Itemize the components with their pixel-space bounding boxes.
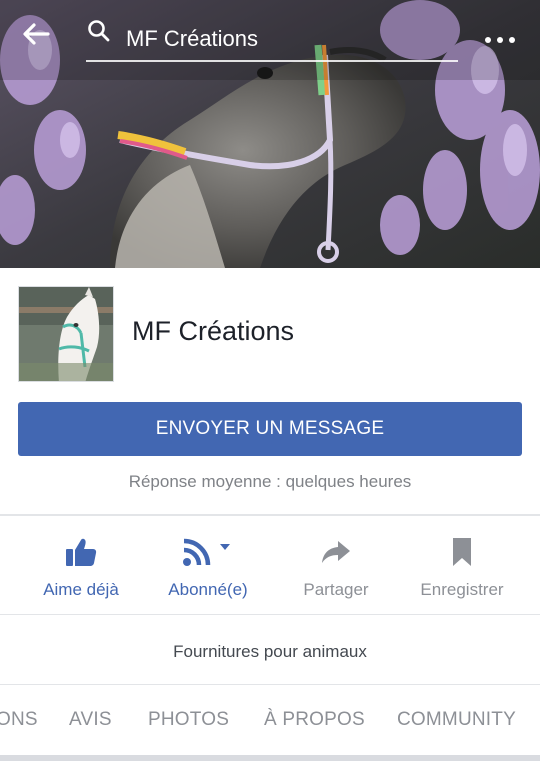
save-button[interactable]: Enregistrer [404,516,520,614]
bottom-strip [0,755,540,761]
follow-label: Abonné(e) [168,580,248,599]
divider [0,614,540,615]
page-title: MF Créations [132,316,295,346]
rss-icon [183,538,230,566]
more-dot-icon [509,37,515,43]
tab-about[interactable]: À PROPOS [264,709,365,731]
tab-community[interactable]: COMMUNITY [397,709,516,731]
more-dot-icon [497,37,503,43]
search-icon [88,20,110,42]
tab-photos[interactable]: PHOTOS [148,709,229,731]
follow-button[interactable]: Abonné(e) [150,516,266,614]
more-dot-icon [485,37,491,43]
share-button[interactable]: Partager [276,516,396,614]
like-button[interactable]: Aime déjà [20,516,142,614]
search-input[interactable]: MF Créations [126,26,258,52]
profile-picture[interactable] [18,286,114,382]
thumbs-up-icon [66,538,97,566]
horse-photo [19,287,113,381]
tab-reviews[interactable]: AVIS [69,709,112,731]
more-options-button[interactable] [478,26,522,54]
page-category[interactable]: Fournitures pour animaux [0,642,540,662]
cover-photo[interactable]: MF Créations [0,0,540,268]
page-tabs: ONS AVIS PHOTOS À PROPOS COMMUNITY [0,685,540,755]
chevron-down-icon [220,544,230,550]
search-bar[interactable]: MF Créations [86,18,458,62]
page-actions-bar: Aime déjà Abonné(e) Partager Enregistrer [0,516,540,614]
back-arrow-icon [23,23,50,45]
back-button[interactable] [22,22,58,58]
bookmark-icon [453,538,471,566]
tab-services[interactable]: ONS [0,709,38,731]
share-label: Partager [303,580,369,599]
response-time-text: Réponse moyenne : quelques heures [128,472,412,491]
send-message-button[interactable]: ENVOYER UN MESSAGE [18,402,522,456]
share-arrow-icon [322,541,350,563]
page-profile-header: MF Créations [0,268,540,398]
save-label: Enregistrer [420,580,504,599]
like-label: Aime déjà [43,580,119,599]
top-navigation-bar: MF Créations [0,0,540,78]
